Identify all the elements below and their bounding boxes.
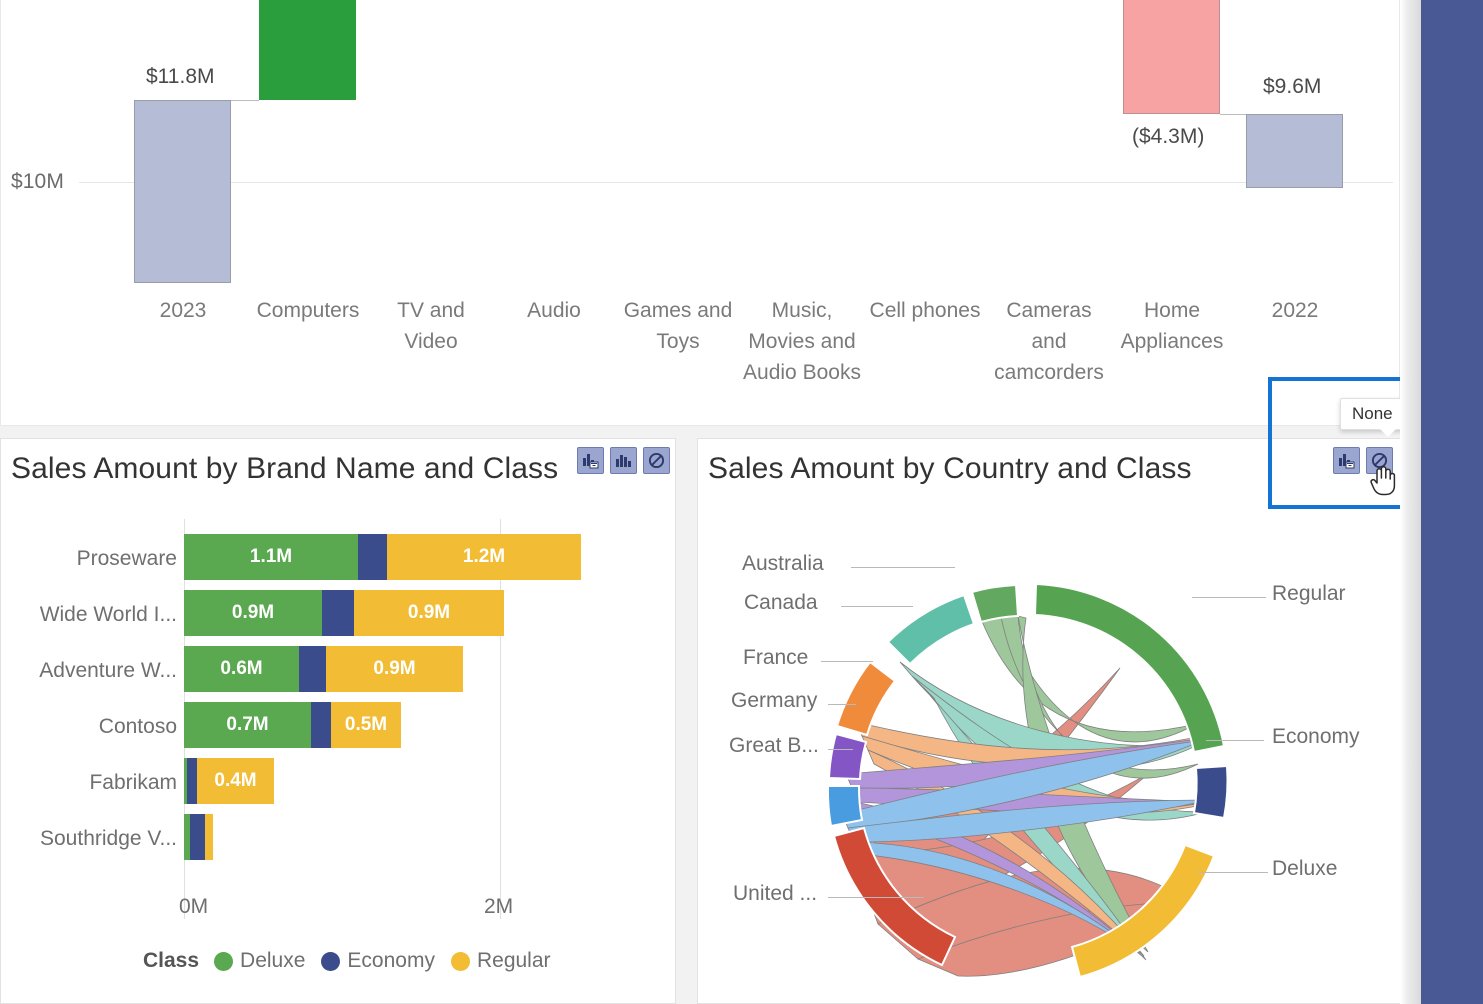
waterfall-bar-2023[interactable]	[134, 100, 231, 283]
chord-label-germany[interactable]: Germany	[731, 689, 817, 713]
waterfall-label-home-appliances: ($4.3M)	[1132, 125, 1205, 148]
bar-seg-regular[interactable]: 1.2M	[387, 534, 581, 580]
y-axis-tick-10m: $10M	[11, 170, 64, 193]
bar-category-wide-world: Wide World I...	[39, 603, 177, 626]
bar-seg-deluxe[interactable]: 0.6M	[184, 646, 299, 692]
legend-swatch-deluxe	[214, 951, 234, 971]
waterfall-cat-cell-phones: Cell phones	[869, 299, 981, 322]
brand-visual-title: Sales Amount by Brand Name and Class	[11, 452, 559, 485]
waterfall-cat-2022: 2022	[1271, 299, 1319, 322]
report-canvas: $10M $11.8M ($1.4M) ($4.3M) $9.6M 2023 C…	[0, 0, 1483, 1004]
waterfall-cat-tv-video: TV and Video	[397, 299, 465, 353]
none-tooltip: None	[1340, 398, 1405, 437]
waterfall-cat-2023: 2023	[159, 299, 207, 322]
bar-seg-economy[interactable]	[187, 758, 197, 804]
bar-seg-regular[interactable]: 0.5M	[331, 702, 401, 748]
chord-label-deluxe[interactable]: Deluxe	[1272, 857, 1337, 881]
bar-seg-economy[interactable]	[190, 814, 205, 860]
waterfall-connector	[231, 100, 259, 101]
gridline-10m	[79, 182, 1393, 183]
waterfall-plot: $10M $11.8M ($1.4M) ($4.3M) $9.6M	[1, 0, 1399, 295]
leader-line-germany	[828, 704, 856, 705]
bar-seg-regular[interactable]: 0.9M	[326, 646, 463, 692]
legend-label-regular[interactable]: Regular	[477, 949, 551, 973]
country-class-visual[interactable]: Sales Amount by Country and Class Austra…	[697, 438, 1425, 1004]
bar-xtick-2m: 2M	[484, 895, 514, 918]
right-nav-rail[interactable]	[1421, 0, 1483, 1004]
chord-label-france[interactable]: France	[743, 646, 808, 670]
brand-visual-header-icons[interactable]	[577, 447, 670, 474]
mouse-cursor-hand-icon	[1370, 466, 1396, 496]
cross-highlight-icon[interactable]	[577, 447, 604, 474]
bar-seg-economy[interactable]	[311, 702, 331, 748]
leader-line-great-britain	[828, 749, 853, 750]
bar-seg-regular[interactable]: 0.4M	[197, 758, 274, 804]
bar-category-contoso: Contoso	[98, 715, 177, 738]
leader-line-france	[821, 661, 873, 662]
waterfall-cat-home-appl: Home Appliances	[1120, 299, 1224, 353]
waterfall-cat-cameras: Cameras and camcorders	[994, 299, 1104, 384]
legend-label-deluxe[interactable]: Deluxe	[240, 949, 305, 973]
waterfall-visual[interactable]: $10M $11.8M ($1.4M) ($4.3M) $9.6M 2023 C…	[0, 0, 1400, 426]
chord-label-regular[interactable]: Regular	[1272, 582, 1346, 606]
leader-line-economy	[1206, 740, 1264, 741]
waterfall-cat-music: Music, Movies and Audio Books	[743, 299, 861, 384]
legend-swatch-regular	[450, 951, 470, 971]
legend-swatch-economy	[321, 951, 341, 971]
waterfall-cat-computers: Computers	[256, 299, 360, 322]
bar-xtick-0m: 0M	[179, 895, 209, 918]
bar-legend[interactable]: Class Deluxe Economy Regular	[143, 949, 551, 973]
canvas-scroll-gutter[interactable]	[1400, 0, 1421, 1004]
waterfall-connector	[1220, 114, 1246, 115]
leader-line-deluxe	[1198, 872, 1268, 873]
legend-title: Class	[143, 949, 200, 972]
chord-label-great-britain[interactable]: Great B...	[729, 734, 819, 758]
legend-label-economy[interactable]: Economy	[347, 949, 435, 973]
bar-category-adventure: Adventure W...	[39, 659, 177, 682]
none-icon[interactable]	[643, 447, 670, 474]
leader-line-canada	[841, 606, 913, 607]
waterfall-label-2022: $9.6M	[1263, 75, 1322, 98]
chord-label-economy[interactable]: Economy	[1272, 725, 1360, 749]
waterfall-cat-games-toys: Games and Toys	[623, 299, 733, 353]
bar-seg-deluxe[interactable]: 0.7M	[184, 702, 311, 748]
chord-diagram[interactable]	[698, 439, 1425, 1004]
bar-seg-deluxe[interactable]: 1.1M	[184, 534, 358, 580]
leader-line-australia	[851, 567, 955, 568]
waterfall-bar-2022[interactable]	[1246, 114, 1343, 188]
waterfall-bar-home-appliances[interactable]	[1123, 0, 1220, 114]
waterfall-cat-audio: Audio	[527, 299, 581, 322]
bar-category-fabrikam: Fabrikam	[89, 771, 177, 794]
bar-seg-economy[interactable]	[358, 534, 387, 580]
filter-icon[interactable]	[610, 447, 637, 474]
bar-seg-regular[interactable]: 0.9M	[354, 590, 504, 636]
chord-label-united-states[interactable]: United ...	[733, 882, 817, 906]
leader-line-regular	[1192, 597, 1266, 598]
bar-seg-deluxe[interactable]: 0.9M	[184, 590, 322, 636]
bar-seg-economy[interactable]	[299, 646, 326, 692]
cross-highlight-icon[interactable]	[1333, 447, 1360, 474]
chord-label-canada[interactable]: Canada	[744, 591, 818, 615]
waterfall-label-2023: $11.8M	[146, 65, 215, 88]
bar-category-southridge: Southridge V...	[40, 827, 177, 850]
brand-class-visual[interactable]: Sales Amount by Brand Name and Class Pro…	[0, 438, 676, 1004]
chord-label-australia[interactable]: Australia	[742, 552, 824, 576]
bar-category-proseware: Proseware	[76, 547, 177, 570]
bar-seg-economy[interactable]	[322, 590, 354, 636]
waterfall-bar-computers[interactable]	[259, 0, 356, 100]
bar-seg-regular[interactable]	[205, 814, 213, 860]
leader-line-united-states	[828, 897, 924, 898]
